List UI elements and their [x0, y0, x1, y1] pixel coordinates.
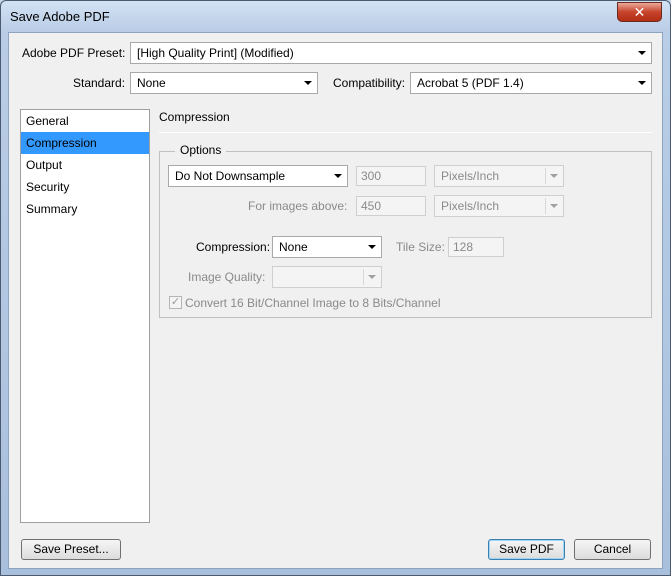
images-above-unit-dropdown[interactable]: Pixels/Inch — [434, 195, 564, 217]
checkmark-icon: ✓ — [170, 296, 181, 308]
chevron-down-icon — [638, 51, 646, 55]
compression-dropdown[interactable]: None — [272, 236, 382, 258]
compatibility-dropdown[interactable]: Acrobat 5 (PDF 1.4) — [410, 72, 652, 94]
preset-label: Adobe PDF Preset: — [22, 46, 126, 60]
standard-label: Standard: — [73, 76, 126, 90]
resolution-unit-value: Pixels/Inch — [441, 169, 500, 183]
chevron-down-icon — [638, 81, 646, 85]
preset-dropdown[interactable]: [High Quality Print] (Modified) — [130, 42, 652, 64]
chevron-down-icon — [550, 204, 558, 208]
dialog-body: Adobe PDF Preset: [High Quality Print] (… — [8, 32, 663, 569]
resolution-field[interactable]: 300 — [356, 166, 426, 186]
resolution-unit-dropdown[interactable]: Pixels/Inch — [434, 165, 564, 187]
chevron-down-icon — [304, 81, 312, 85]
convert-checkbox[interactable]: ✓ — [169, 296, 182, 309]
chevron-down-icon — [368, 245, 376, 249]
chevron-down-icon — [550, 174, 558, 178]
panel-title: Compression — [159, 110, 230, 124]
compatibility-value: Acrobat 5 (PDF 1.4) — [417, 76, 524, 90]
sidebar-item-summary[interactable]: Summary — [21, 198, 149, 220]
window-title: Save Adobe PDF — [10, 9, 110, 24]
close-button[interactable]: ✕ — [617, 2, 662, 22]
images-above-unit-value: Pixels/Inch — [441, 199, 500, 213]
dropdown-separator — [545, 198, 546, 214]
chevron-down-icon — [334, 174, 342, 178]
tile-size-field[interactable]: 128 — [448, 237, 504, 257]
downsample-dropdown[interactable]: Do Not Downsample — [168, 165, 348, 187]
options-group-label: Options — [175, 143, 227, 157]
images-above-label: For images above: — [248, 199, 348, 213]
dialog-window: Save Adobe PDF ✕ Adobe PDF Preset: [High… — [0, 0, 671, 576]
sidebar-item-general[interactable]: General — [21, 110, 149, 132]
title-bar[interactable]: Save Adobe PDF ✕ — [1, 1, 670, 33]
sidebar-item-security[interactable]: Security — [21, 176, 149, 198]
convert-checkbox-label: Convert 16 Bit/Channel Image to 8 Bits/C… — [185, 296, 441, 310]
images-above-field[interactable]: 450 — [356, 196, 426, 216]
image-quality-label: Image Quality: — [188, 270, 266, 284]
chevron-down-icon — [368, 275, 376, 279]
sidebar-item-output[interactable]: Output — [21, 154, 149, 176]
sidebar-item-compression[interactable]: Compression — [21, 132, 149, 154]
close-icon: ✕ — [633, 4, 646, 20]
cancel-button[interactable]: Cancel — [574, 539, 651, 560]
standard-dropdown[interactable]: None — [130, 72, 318, 94]
compression-value: None — [279, 240, 308, 254]
image-quality-dropdown[interactable] — [272, 266, 382, 288]
dropdown-separator — [545, 168, 546, 184]
downsample-value: Do Not Downsample — [175, 169, 286, 183]
panel-divider — [159, 132, 652, 133]
standard-value: None — [137, 76, 166, 90]
category-list[interactable]: General Compression Output Security Summ… — [20, 109, 150, 523]
tile-size-label: Tile Size: — [396, 240, 445, 254]
dropdown-separator — [363, 269, 364, 285]
preset-value: [High Quality Print] (Modified) — [137, 46, 294, 60]
compression-label: Compression: — [196, 240, 271, 254]
save-preset-button[interactable]: Save Preset... — [21, 539, 121, 560]
save-pdf-button[interactable]: Save PDF — [488, 539, 565, 560]
compatibility-label: Compatibility: — [333, 76, 406, 90]
